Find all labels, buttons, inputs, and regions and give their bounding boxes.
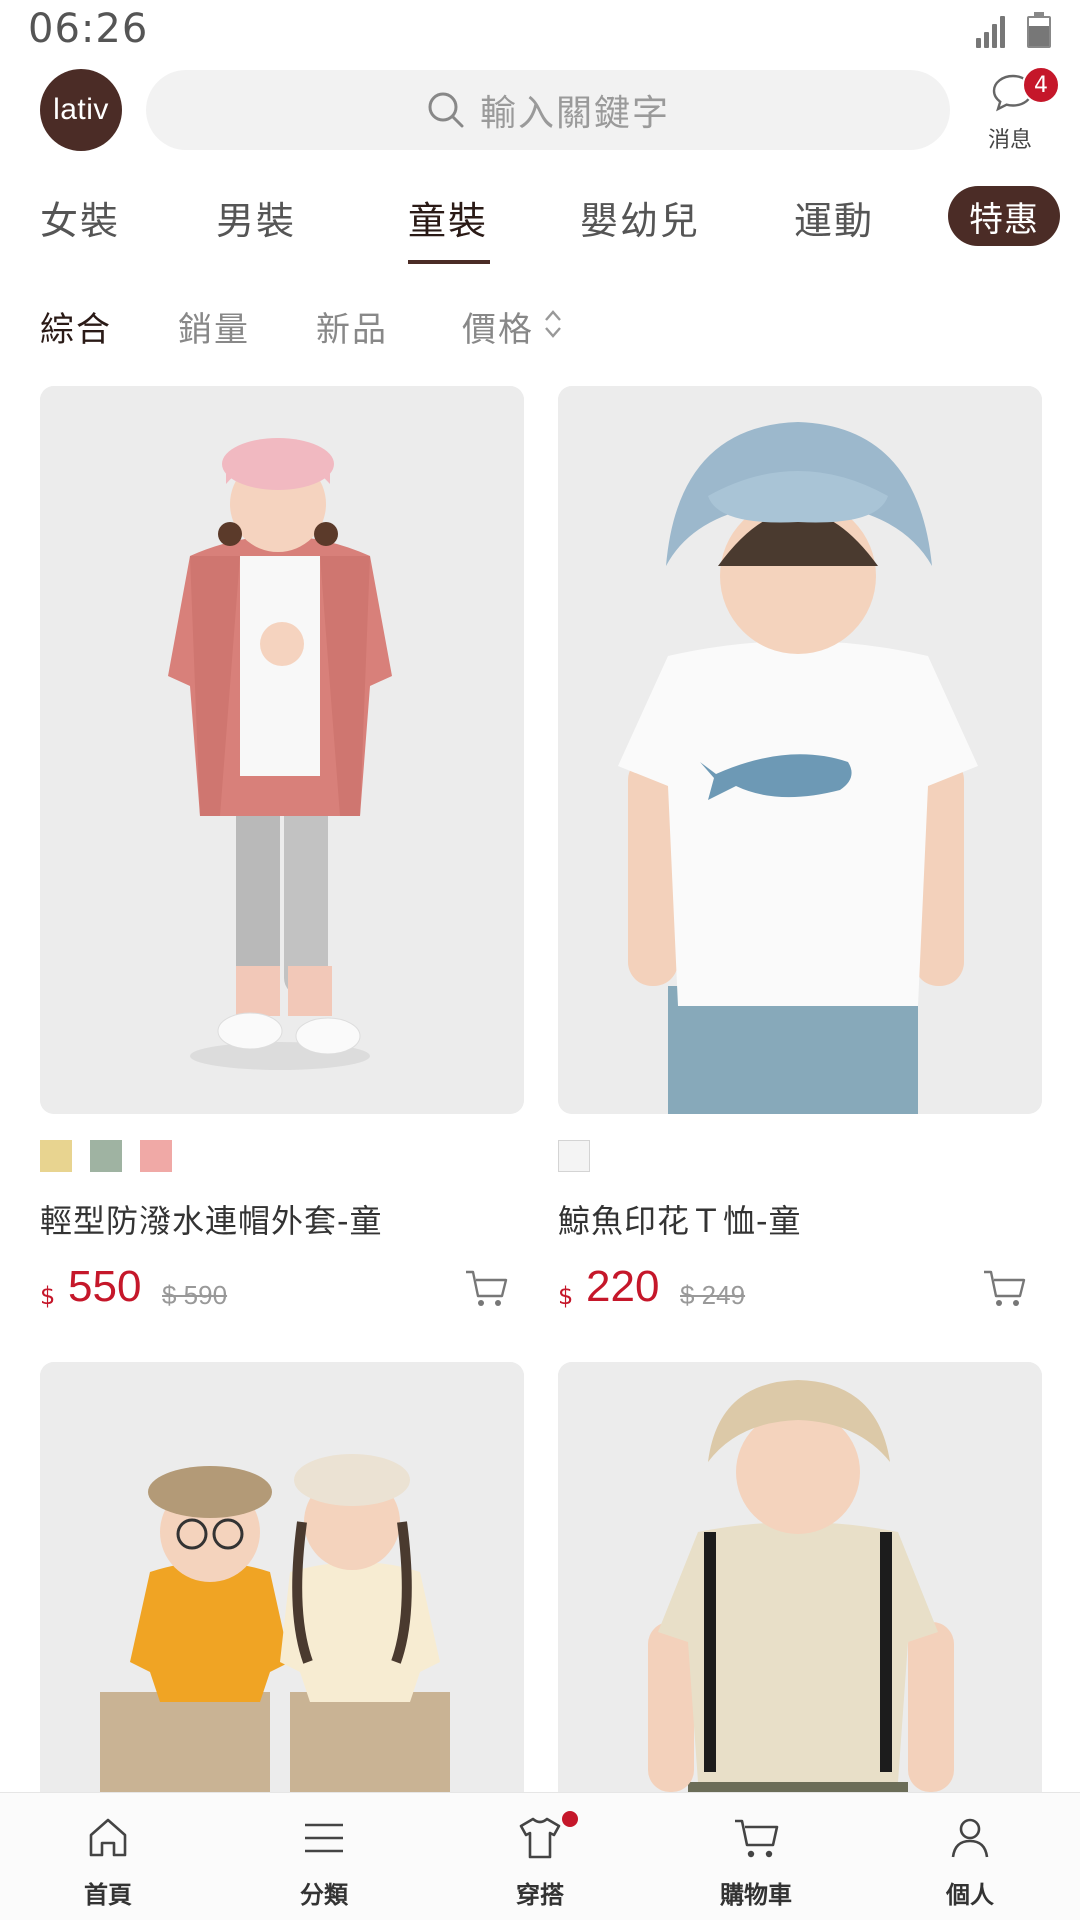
tab-men[interactable]: 男裝 — [216, 190, 296, 245]
messages-button[interactable]: 4 消息 — [980, 62, 1080, 158]
messages-label: 消息 — [987, 128, 1032, 153]
menu-icon — [305, 1823, 343, 1853]
product-image-beige-tee[interactable] — [558, 1362, 1042, 1842]
product-image-whale-tee[interactable] — [558, 386, 1042, 1114]
nav-profile[interactable]: 個人 — [900, 1793, 1040, 1920]
brand-logo[interactable]: lativ — [40, 69, 122, 151]
color-swatch[interactable] — [558, 1140, 590, 1172]
tab-sale[interactable]: 特惠 — [948, 186, 1060, 246]
sort-price[interactable]: 價格 — [462, 302, 534, 351]
color-swatch[interactable] — [40, 1140, 72, 1172]
status-time: 06:26 — [28, 6, 149, 52]
sort-overall[interactable]: 綜合 — [40, 302, 112, 351]
original-price: $ 249 — [680, 1280, 746, 1310]
bottom-navigation: 首頁 分類 穿搭 購物車 個人 — [0, 1792, 1080, 1920]
two-kids-in-garfield-tees-photo — [40, 1362, 524, 1842]
nav-home[interactable]: 首頁 — [38, 1793, 178, 1920]
message-count-badge: 4 — [1022, 66, 1060, 104]
product-price: 550 — [68, 1262, 142, 1311]
original-price: $ 590 — [162, 1280, 228, 1310]
nav-cart[interactable]: 購物車 — [686, 1793, 826, 1920]
product-name[interactable]: 輕型防潑水連帽外套-童 — [40, 1196, 383, 1242]
battery-icon — [1027, 12, 1051, 48]
notification-dot — [562, 1811, 578, 1827]
add-to-cart-icon[interactable] — [464, 1268, 508, 1308]
nav-category-label: 分類 — [300, 1881, 348, 1909]
tab-kids[interactable]: 童裝 — [408, 190, 488, 245]
person-icon — [951, 1818, 989, 1858]
color-swatch[interactable] — [140, 1140, 172, 1172]
nav-outfit-label: 穿搭 — [516, 1881, 564, 1909]
home-icon — [89, 1818, 127, 1857]
signal-icon — [976, 12, 1010, 48]
tab-women[interactable]: 女裝 — [40, 190, 120, 245]
tab-sports[interactable]: 運動 — [794, 190, 874, 245]
product-image-jacket[interactable] — [40, 386, 524, 1114]
product-image-garfield-tees[interactable] — [40, 1362, 524, 1842]
search-icon — [426, 90, 466, 130]
sort-new[interactable]: 新品 — [316, 302, 388, 351]
nav-cart-label: 購物車 — [720, 1881, 792, 1909]
product-name[interactable]: 鯨魚印花Ｔ恤-童 — [558, 1196, 802, 1242]
product-price: 220 — [586, 1262, 660, 1311]
cart-icon — [735, 1819, 779, 1858]
sort-sales[interactable]: 銷量 — [178, 302, 250, 351]
nav-home-label: 首頁 — [84, 1881, 132, 1909]
price-currency: $ — [558, 1282, 574, 1310]
nav-category[interactable]: 分類 — [254, 1793, 394, 1920]
active-tab-indicator — [408, 260, 490, 264]
price-currency: $ — [40, 1282, 56, 1310]
color-swatch[interactable] — [90, 1140, 122, 1172]
boy-in-whale-tee-photo — [558, 386, 1042, 1114]
nav-outfit[interactable]: 穿搭 — [470, 1793, 610, 1920]
shirt-icon — [519, 1817, 561, 1859]
search-bar[interactable]: 輸入關鍵字 — [146, 70, 950, 150]
search-placeholder: 輸入關鍵字 — [479, 93, 670, 134]
nav-profile-label: 個人 — [946, 1881, 994, 1909]
status-bar: 06:26 — [0, 0, 1080, 62]
add-to-cart-icon[interactable] — [982, 1268, 1026, 1308]
tab-baby[interactable]: 嬰幼兒 — [580, 190, 700, 245]
sort-arrows-icon[interactable] — [542, 306, 564, 342]
boy-in-beige-tee-photo — [558, 1362, 1042, 1842]
girl-in-pink-jacket-photo — [40, 386, 524, 1114]
